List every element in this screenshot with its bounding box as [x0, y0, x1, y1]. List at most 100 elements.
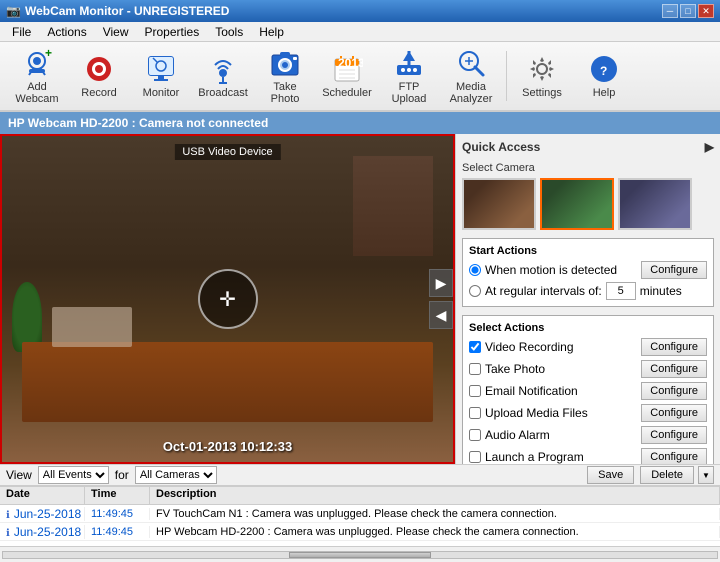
camera-thumb-2-image	[542, 180, 612, 228]
navigation-overlay: ✛	[198, 269, 258, 329]
motion-label: When motion is detected	[485, 263, 617, 277]
quick-access-panel: Quick Access ▶ Select Camera Start Actio…	[455, 134, 720, 464]
email-notification-checkbox[interactable]	[469, 385, 481, 397]
broadcast-icon	[207, 53, 239, 85]
upload-media-label: Upload Media Files	[485, 406, 588, 420]
scrollbar-track[interactable]	[2, 551, 718, 559]
camera-thumb-1[interactable]	[462, 178, 536, 230]
log-cell-time-1: 11:49:45	[85, 508, 150, 520]
start-actions-title: Start Actions	[469, 245, 707, 257]
media-analyzer-button[interactable]: Media Analyzer	[442, 47, 500, 105]
video-recording-checkbox[interactable]	[469, 341, 481, 353]
audio-alarm-checkbox[interactable]	[469, 429, 481, 441]
settings-button[interactable]: Settings	[513, 47, 571, 105]
scrollbar-thumb[interactable]	[289, 552, 432, 558]
take-photo-label: Take Photo	[259, 81, 311, 105]
take-photo-button[interactable]: Take Photo	[256, 47, 314, 105]
add-webcam-button[interactable]: + Add Webcam	[8, 47, 66, 105]
video-recording-label: Video Recording	[485, 340, 574, 354]
quick-access-expand-icon[interactable]: ▶	[705, 140, 714, 154]
video-scene: ✛	[2, 136, 453, 462]
desk-decoration	[22, 342, 433, 422]
configure-video-button[interactable]: Configure	[641, 338, 707, 356]
quick-access-title: Quick Access	[462, 140, 540, 154]
help-button[interactable]: ? Help	[575, 47, 633, 105]
video-device-label: USB Video Device	[174, 144, 280, 160]
log-col-date: Date	[0, 487, 85, 504]
motion-radio-row: When motion is detected Configure	[469, 261, 707, 279]
ftp-upload-icon	[393, 47, 425, 79]
maximize-button[interactable]: □	[680, 4, 696, 18]
ftp-upload-button[interactable]: FTP Upload	[380, 47, 438, 105]
interval-label: At regular intervals of:	[485, 284, 602, 298]
ftp-upload-label: FTP Upload	[383, 81, 435, 105]
nav-arrows-panel: ▶ ◀	[429, 269, 453, 329]
log-cell-date-1: ℹJun-25-2018	[0, 507, 85, 521]
close-button[interactable]: ✕	[698, 4, 714, 18]
save-button[interactable]: Save	[587, 466, 634, 484]
log-cell-time-2: 11:49:45	[85, 526, 150, 538]
view-select[interactable]: All Events	[38, 466, 109, 484]
desk-items-decoration	[52, 307, 132, 347]
more-options-icon[interactable]: ▼	[698, 466, 714, 484]
cameras-select[interactable]: All Cameras	[135, 466, 217, 484]
interval-radio[interactable]	[469, 285, 481, 297]
menu-view[interactable]: View	[95, 23, 137, 41]
svg-text:+: +	[45, 47, 52, 60]
log-col-time: Time	[85, 487, 150, 504]
window-controls: ─ □ ✕	[662, 4, 714, 18]
horizontal-scrollbar[interactable]	[0, 546, 720, 562]
svg-text:?: ?	[600, 64, 607, 78]
monitor-label: Monitor	[143, 87, 180, 99]
menu-help[interactable]: Help	[251, 23, 292, 41]
delete-button[interactable]: Delete	[640, 466, 694, 484]
media-analyzer-label: Media Analyzer	[445, 81, 497, 105]
record-icon	[83, 53, 115, 85]
menu-tools[interactable]: Tools	[207, 23, 251, 41]
configure-photo-button[interactable]: Configure	[641, 360, 707, 378]
configure-email-button[interactable]: Configure	[641, 382, 707, 400]
video-panel: ✛ USB Video Device Oct-01-2013 10:12:33 …	[0, 134, 455, 464]
main-content: ✛ USB Video Device Oct-01-2013 10:12:33 …	[0, 134, 720, 464]
toolbar-separator	[506, 51, 507, 101]
launch-program-label: Launch a Program	[485, 450, 584, 464]
motion-radio[interactable]	[469, 264, 481, 276]
nav-left-button[interactable]: ◀	[429, 301, 453, 329]
menu-properties[interactable]: Properties	[137, 23, 208, 41]
interval-value-input[interactable]	[606, 282, 636, 300]
camera-thumbnails	[462, 178, 714, 230]
broadcast-button[interactable]: Broadcast	[194, 47, 252, 105]
configure-upload-button[interactable]: Configure	[641, 404, 707, 422]
add-webcam-label: Add Webcam	[11, 81, 63, 105]
broadcast-label: Broadcast	[198, 87, 248, 99]
configure-launch-button[interactable]: Configure	[641, 448, 707, 464]
record-button[interactable]: Record	[70, 47, 128, 105]
select-camera-label: Select Camera	[462, 162, 714, 174]
scheduler-button[interactable]: 2013 Scheduler	[318, 47, 376, 105]
menu-bar: File Actions View Properties Tools Help	[0, 22, 720, 42]
upload-media-checkbox[interactable]	[469, 407, 481, 419]
configure-motion-button[interactable]: Configure	[641, 261, 707, 279]
audio-alarm-label: Audio Alarm	[485, 428, 550, 442]
camera-thumb-3[interactable]	[618, 178, 692, 230]
monitor-button[interactable]: Monitor	[132, 47, 190, 105]
nav-right-button[interactable]: ▶	[429, 269, 453, 297]
minimize-button[interactable]: ─	[662, 4, 678, 18]
launch-program-checkbox[interactable]	[469, 451, 481, 463]
nav-cross-icon: ✛	[219, 287, 236, 312]
configure-alarm-button[interactable]: Configure	[641, 426, 707, 444]
select-actions-title: Select Actions	[469, 322, 707, 334]
start-actions-box: Start Actions When motion is detected Co…	[462, 238, 714, 307]
quick-access-header: Quick Access ▶	[462, 140, 714, 154]
for-label: for	[115, 468, 129, 482]
log-row-1[interactable]: ℹJun-25-2018 11:49:45 FV TouchCam N1 : C…	[0, 505, 720, 523]
take-photo-icon	[269, 47, 301, 79]
menu-actions[interactable]: Actions	[39, 23, 94, 41]
log-row-2[interactable]: ℹJun-25-2018 11:49:45 HP Webcam HD-2200 …	[0, 523, 720, 541]
menu-file[interactable]: File	[4, 23, 39, 41]
take-photo-checkbox[interactable]	[469, 363, 481, 375]
toolbar: + Add Webcam Record Monitor	[0, 42, 720, 112]
settings-label: Settings	[522, 87, 562, 99]
log-cell-desc-2: HP Webcam HD-2200 : Camera was unplugged…	[150, 526, 720, 538]
camera-thumb-2[interactable]	[540, 178, 614, 230]
